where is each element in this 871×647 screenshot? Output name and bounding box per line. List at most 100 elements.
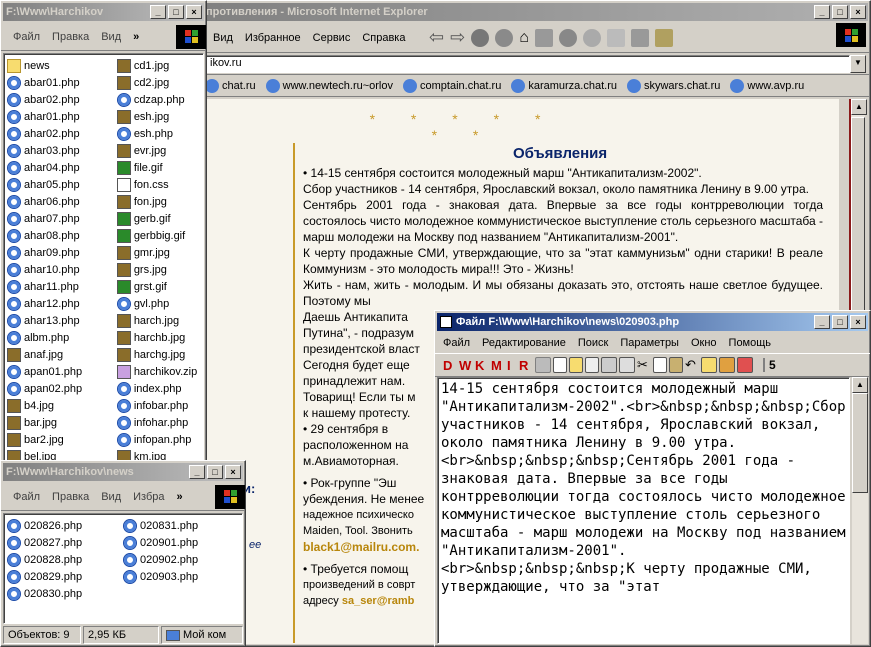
- encoding-w-button[interactable]: W: [459, 358, 473, 373]
- file-item[interactable]: gerb.gif: [116, 210, 200, 227]
- scroll-thumb[interactable]: [851, 117, 865, 337]
- scroll-thumb[interactable]: [852, 393, 868, 493]
- file-item[interactable]: cd2.jpg: [116, 74, 200, 91]
- file-item[interactable]: gmr.jpg: [116, 244, 200, 261]
- file-item[interactable]: harchikov.zip: [116, 363, 200, 380]
- link-item[interactable]: karamurza.chat.ru: [511, 79, 617, 93]
- file-item[interactable]: ahar05.php: [7, 176, 107, 193]
- file-item[interactable]: b4.jpg: [7, 397, 107, 414]
- explorer-news-titlebar[interactable]: F:\Www\Harchikov\news _ □ ×: [3, 463, 243, 481]
- file-item[interactable]: ahar07.php: [7, 210, 107, 227]
- file-item[interactable]: cd1.jpg: [116, 57, 200, 74]
- file-item[interactable]: evr.jpg: [116, 142, 200, 159]
- email-link[interactable]: sa_ser@ramb: [342, 595, 415, 607]
- file-item[interactable]: harch.jpg: [116, 312, 200, 329]
- ie-titlebar[interactable]: противления - Microsoft Internet Explore…: [203, 3, 868, 21]
- print-icon[interactable]: [601, 357, 617, 373]
- menu-window[interactable]: Окно: [685, 337, 723, 349]
- file-item[interactable]: bar.jpg: [7, 414, 107, 431]
- file-item[interactable]: esh.php: [116, 125, 200, 142]
- menu-help[interactable]: Справка: [356, 32, 411, 44]
- view-text-icon[interactable]: [535, 357, 551, 373]
- file-item[interactable]: 020829.php: [7, 568, 105, 585]
- forward-icon[interactable]: ⇨: [450, 27, 465, 48]
- file-item[interactable]: 020826.php: [7, 517, 105, 534]
- file-item[interactable]: 020827.php: [7, 534, 105, 551]
- chevron-more-icon[interactable]: »: [127, 31, 145, 43]
- save-file-icon[interactable]: [585, 357, 599, 373]
- file-item[interactable]: ahar11.php: [7, 278, 107, 295]
- file-item[interactable]: ahar06.php: [7, 193, 107, 210]
- find-icon[interactable]: [701, 357, 717, 373]
- menu-tools[interactable]: Сервис: [307, 32, 357, 44]
- file-item[interactable]: 020901.php: [123, 534, 221, 551]
- menu-favorites[interactable]: Избра: [127, 491, 170, 503]
- file-item[interactable]: ahar08.php: [7, 227, 107, 244]
- stop-icon[interactable]: [471, 28, 490, 47]
- cut-icon[interactable]: ✂: [637, 357, 651, 373]
- menu-view[interactable]: Вид: [95, 31, 127, 43]
- refresh-icon[interactable]: [495, 28, 514, 47]
- encoding-k-button[interactable]: K: [475, 358, 489, 373]
- link-item[interactable]: chat.ru: [205, 79, 256, 93]
- file-item[interactable]: grst.gif: [116, 278, 200, 295]
- menu-view[interactable]: Вид: [95, 491, 127, 503]
- encoding-d-button[interactable]: D: [443, 358, 457, 373]
- encoding-i-button[interactable]: I: [507, 358, 517, 373]
- file-item[interactable]: albm.php: [7, 329, 107, 346]
- file-item[interactable]: fon.css: [116, 176, 200, 193]
- minimize-button[interactable]: _: [150, 5, 166, 19]
- address-field[interactable]: ikov.ru: [205, 54, 850, 73]
- menu-edit[interactable]: Правка: [46, 31, 95, 43]
- file-item[interactable]: ahar04.php: [7, 159, 107, 176]
- menu-options[interactable]: Параметры: [614, 337, 685, 349]
- menu-view[interactable]: Вид: [207, 32, 239, 44]
- file-item[interactable]: 020903.php: [123, 568, 221, 585]
- file-item[interactable]: 020828.php: [7, 551, 105, 568]
- file-item[interactable]: anaf.jpg: [7, 346, 107, 363]
- file-item[interactable]: abar02.php: [7, 91, 107, 108]
- new-file-icon[interactable]: [553, 357, 567, 373]
- settings-icon[interactable]: [737, 357, 753, 373]
- file-item[interactable]: ahar09.php: [7, 244, 107, 261]
- file-item[interactable]: news: [7, 57, 107, 74]
- menu-file[interactable]: Файл: [7, 491, 46, 503]
- address-dropdown[interactable]: ▼: [850, 54, 866, 73]
- file-item[interactable]: abar01.php: [7, 74, 107, 91]
- minimize-button[interactable]: _: [814, 5, 830, 19]
- link-item[interactable]: www.newtech.ru~orlov: [266, 79, 393, 93]
- chevron-more-icon[interactable]: »: [171, 491, 189, 503]
- link-item[interactable]: skywars.chat.ru: [627, 79, 720, 93]
- link-item[interactable]: www.avp.ru: [730, 79, 804, 93]
- search-icon[interactable]: [534, 28, 553, 47]
- history-icon[interactable]: [582, 28, 601, 47]
- file-item[interactable]: 020831.php: [123, 517, 221, 534]
- edit-icon[interactable]: [654, 28, 673, 47]
- close-button[interactable]: ×: [850, 315, 866, 329]
- file-item[interactable]: 020830.php: [7, 585, 105, 602]
- file-item[interactable]: ahar10.php: [7, 261, 107, 278]
- file-item[interactable]: gvl.php: [116, 295, 200, 312]
- maximize-button[interactable]: □: [832, 315, 848, 329]
- encoding-r-button[interactable]: R: [519, 358, 533, 373]
- file-item[interactable]: file.gif: [116, 159, 200, 176]
- file-item[interactable]: ahar12.php: [7, 295, 107, 312]
- editor-titlebar[interactable]: Файл F:\Www\Harchikov\news\020903.php _ □…: [437, 313, 868, 331]
- mail-icon[interactable]: [606, 28, 625, 47]
- file-item[interactable]: 020902.php: [123, 551, 221, 568]
- menu-edit[interactable]: Правка: [46, 491, 95, 503]
- close-button[interactable]: ×: [850, 5, 866, 19]
- minimize-button[interactable]: _: [189, 465, 205, 479]
- replace-icon[interactable]: [719, 357, 735, 373]
- file-item[interactable]: infohar.php: [116, 414, 200, 431]
- file-item[interactable]: apan02.php: [7, 380, 107, 397]
- back-icon[interactable]: ⇦: [429, 27, 444, 48]
- menu-file[interactable]: Файл: [7, 31, 46, 43]
- copy-icon[interactable]: [653, 357, 667, 373]
- menu-edit[interactable]: Редактирование: [476, 337, 572, 349]
- home-icon[interactable]: ⌂: [519, 29, 529, 47]
- close-button[interactable]: ×: [225, 465, 241, 479]
- encoding-m-button[interactable]: M: [491, 358, 505, 373]
- file-item[interactable]: esh.jpg: [116, 108, 200, 125]
- file-item[interactable]: bar2.jpg: [7, 431, 107, 448]
